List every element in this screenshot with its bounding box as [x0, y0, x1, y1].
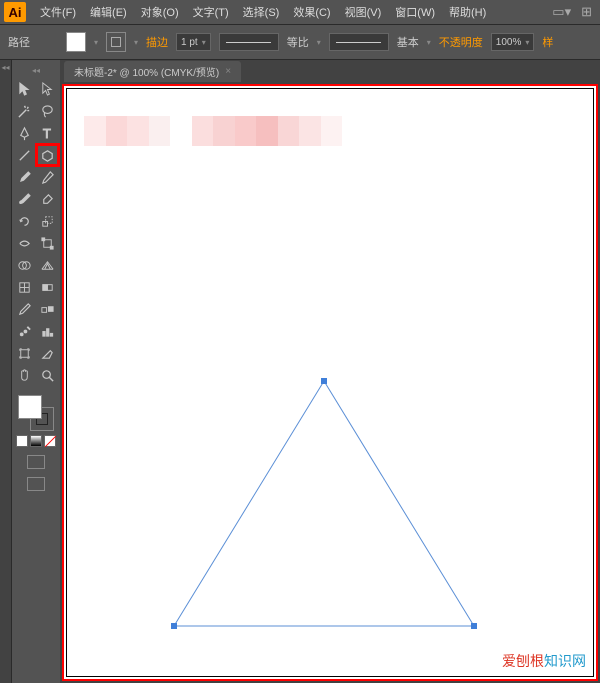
redacted-region [84, 116, 364, 146]
direct-selection-tool[interactable] [37, 79, 58, 99]
menu-text[interactable]: 文字(T) [187, 2, 235, 22]
menu-object[interactable]: 对象(O) [135, 2, 185, 22]
chevron-down-icon: ▾ [525, 38, 529, 47]
chevron-down-icon[interactable]: ▾ [317, 38, 321, 47]
brush-definition-dropdown[interactable] [329, 33, 389, 51]
stroke-label[interactable]: 描边 [146, 34, 168, 50]
workspace-switcher-icon[interactable]: ▭▾ [548, 4, 575, 20]
pen-tool[interactable] [14, 123, 35, 143]
perspective-grid-tool[interactable] [37, 255, 58, 275]
magic-wand-tool[interactable] [14, 101, 35, 121]
stroke-profile-dropdown[interactable] [219, 33, 279, 51]
eraser-tool[interactable] [37, 189, 58, 209]
svg-text:T: T [43, 126, 51, 141]
basic-label: 基本 [397, 34, 419, 50]
panel-toggle-icon[interactable]: ◂◂ [0, 60, 11, 75]
canvas[interactable]: 爱刨根知识网 [62, 84, 598, 681]
panel-collapse-strip[interactable]: ◂◂ [0, 60, 12, 683]
symbol-sprayer-tool[interactable] [14, 321, 35, 341]
eyedropper-tool[interactable] [14, 299, 35, 319]
mesh-tool[interactable] [14, 277, 35, 297]
chevron-down-icon[interactable]: ▾ [427, 38, 431, 47]
free-transform-tool[interactable] [37, 233, 58, 253]
fill-color-box[interactable] [18, 395, 42, 419]
triangle-shape[interactable] [164, 376, 484, 641]
pencil-tool[interactable] [37, 167, 58, 187]
gradient-tool[interactable] [37, 277, 58, 297]
column-graph-tool[interactable] [37, 321, 58, 341]
watermark-brand: 爱刨根 [502, 653, 544, 669]
opacity-value: 100% [496, 37, 522, 48]
opacity-label[interactable]: 不透明度 [439, 34, 483, 50]
color-mode-none[interactable] [44, 435, 56, 447]
document-tab-bar: 未标题-2* @ 100% (CMYK/预览) × [60, 60, 600, 82]
menu-view[interactable]: 视图(V) [339, 2, 388, 22]
tab-close-icon[interactable]: × [225, 66, 231, 77]
app-icon: Ai [4, 2, 26, 22]
menu-select[interactable]: 选择(S) [237, 2, 286, 22]
stroke-dropdown-icon[interactable]: ▾ [134, 38, 138, 47]
polygon-tool[interactable] [37, 145, 58, 165]
fill-dropdown-icon[interactable]: ▾ [94, 38, 98, 47]
menu-help[interactable]: 帮助(H) [443, 2, 492, 22]
search-icon[interactable]: ⊞ [577, 4, 596, 20]
slice-tool[interactable] [37, 343, 58, 363]
blob-brush-tool[interactable] [14, 189, 35, 209]
style-label[interactable]: 样 [542, 34, 553, 50]
stroke-color-swatch[interactable] [106, 32, 126, 52]
paintbrush-tool[interactable] [14, 167, 35, 187]
menu-bar: Ai 文件(F) 编辑(E) 对象(O) 文字(T) 选择(S) 效果(C) 视… [0, 0, 600, 24]
menu-effect[interactable]: 效果(C) [287, 2, 336, 22]
blend-tool[interactable] [37, 299, 58, 319]
menu-window[interactable]: 窗口(W) [389, 2, 441, 22]
toolbox-toggle-icon[interactable]: ◂◂ [14, 64, 58, 77]
watermark: 爱刨根知识网 [502, 651, 586, 671]
hand-tool[interactable] [14, 365, 35, 385]
zoom-tool[interactable] [37, 365, 58, 385]
opacity-input[interactable]: 100% ▾ [491, 33, 535, 51]
control-bar: 路径 ▾ ▾ 描边 1 pt ▾ 等比 ▾ 基本 ▾ 不透明度 100% ▾ 样 [0, 24, 600, 60]
line-tool[interactable] [14, 145, 35, 165]
artboard-tool[interactable] [14, 343, 35, 363]
document-tab-title: 未标题-2* @ 100% (CMYK/预览) [74, 64, 219, 79]
selection-tool[interactable] [14, 79, 35, 99]
color-mode-gradient[interactable] [30, 435, 42, 447]
menu-file[interactable]: 文件(F) [34, 2, 82, 22]
chevron-down-icon: ▾ [202, 38, 206, 47]
menu-edit[interactable]: 编辑(E) [84, 2, 133, 22]
fill-stroke-indicator[interactable] [18, 395, 54, 431]
stroke-weight-input[interactable]: 1 pt ▾ [176, 33, 211, 51]
watermark-suffix: 知识网 [544, 653, 586, 669]
document-tab[interactable]: 未标题-2* @ 100% (CMYK/预览) × [64, 61, 241, 82]
scale-tool[interactable] [37, 211, 58, 231]
scale-label: 等比 [287, 34, 309, 50]
type-tool[interactable]: T [37, 123, 58, 143]
toolbox: ◂◂ T [12, 60, 60, 683]
width-tool[interactable] [14, 233, 35, 253]
fill-color-swatch[interactable] [66, 32, 86, 52]
shape-builder-tool[interactable] [14, 255, 35, 275]
color-mode-solid[interactable] [16, 435, 28, 447]
selection-type-label: 路径 [8, 34, 30, 50]
stroke-weight-value: 1 pt [181, 37, 198, 48]
screen-mode[interactable] [27, 477, 45, 491]
lasso-tool[interactable] [37, 101, 58, 121]
draw-mode-normal[interactable] [27, 455, 45, 469]
rotate-tool[interactable] [14, 211, 35, 231]
